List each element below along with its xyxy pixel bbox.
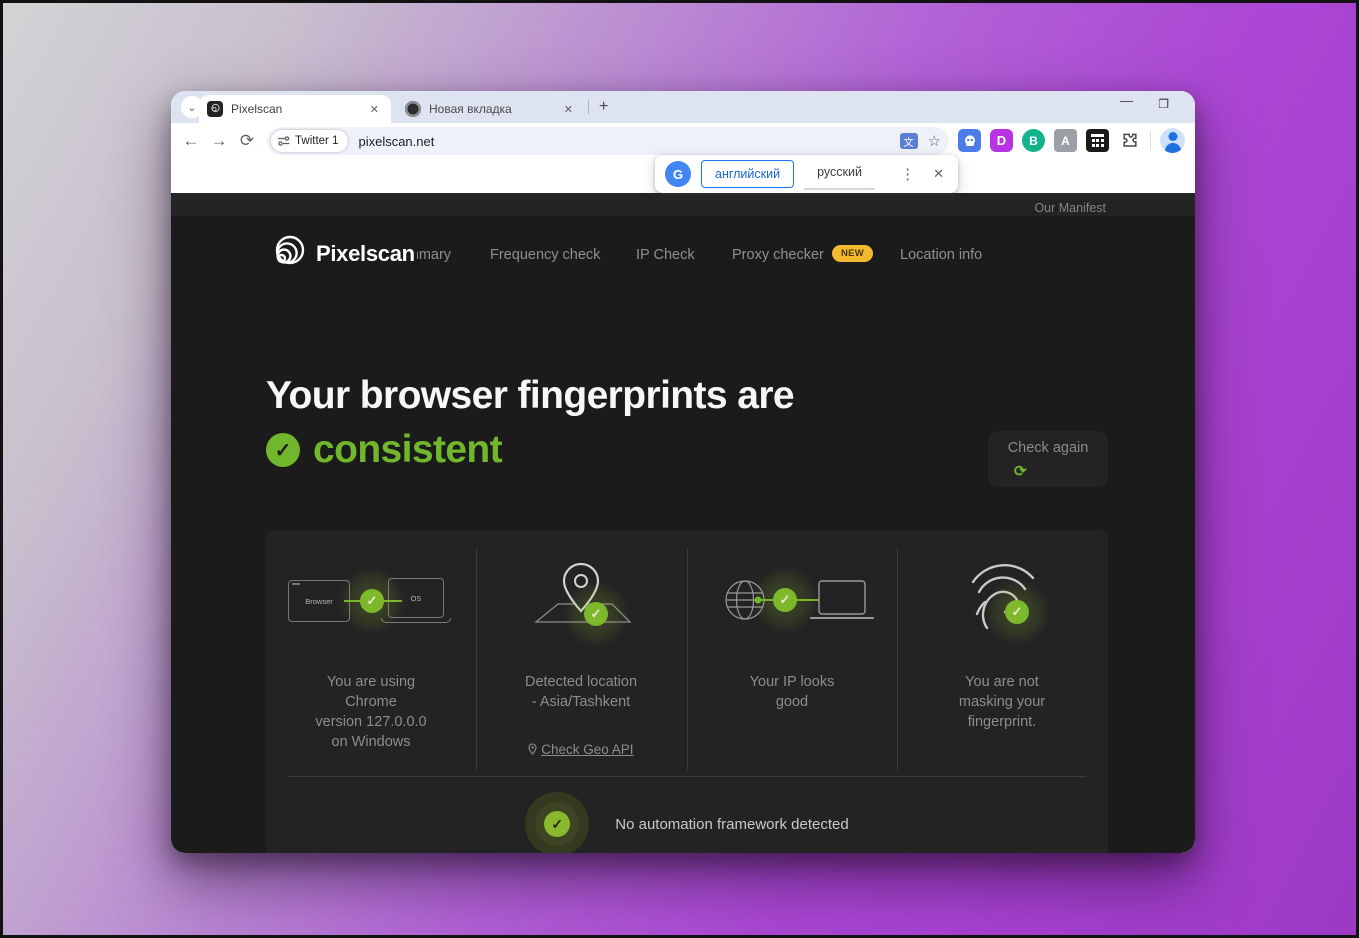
translate-options-icon[interactable]: ⋮ [896, 165, 919, 183]
card-browser-os: Browser OS ✓ You are using Chrome versio… [266, 530, 476, 790]
brand-name: Pixelscan [316, 241, 415, 267]
new-tab-favicon [405, 101, 421, 117]
card-text: You are not masking your fingerprint. [897, 672, 1107, 732]
window-minimize-button[interactable]: — [1120, 93, 1133, 108]
google-translate-icon: G [665, 161, 691, 187]
globe-laptop-check-icon: ✓ [707, 556, 877, 648]
check-again-label: Check again [988, 440, 1108, 456]
automation-status-text: No automation framework detected [615, 816, 848, 833]
pixelscan-favicon [207, 101, 223, 117]
card-text: Your IP looks good [687, 672, 897, 712]
automation-status-row: ✓ No automation framework detected [266, 792, 1108, 853]
url-text: pixelscan.net [358, 134, 434, 149]
tab-close-icon[interactable]: ✕ [366, 101, 383, 118]
back-button[interactable]: ← [177, 131, 205, 151]
card-location: ✓ Detected location - Asia/Tashkent Chec… [476, 530, 686, 790]
browser-toolbar: ← → ⟳ Twitter 1 pixelscan.net 文 ☆ D B [171, 123, 1195, 159]
card-text: Detected location - Asia/Tashkent [476, 672, 686, 712]
check-icon: ✓ [773, 588, 797, 612]
teal-b-extension-icon[interactable]: B [1022, 129, 1045, 152]
tab-title: Новая вкладка [429, 102, 560, 116]
new-tab-button[interactable]: + [599, 98, 608, 116]
blue-extension-icon[interactable] [958, 129, 981, 152]
check-again-button[interactable]: Check again ⟳ [988, 431, 1108, 487]
calculator-extension-icon[interactable] [1086, 129, 1109, 152]
translate-popup: G английский русский ⋮ ✕ [655, 155, 958, 193]
check-geo-api-label: Check Geo API [541, 742, 633, 757]
fingerprint-check-icon: ✓ [917, 556, 1087, 648]
hero-line1: Your browser fingerprints are [266, 374, 794, 418]
status-check-glow: ✓ [525, 792, 589, 853]
tab-close-icon[interactable]: ✕ [560, 101, 577, 118]
tab-strip: ⌄ Pixelscan ✕ Новая вкладка ✕ + — ❐ [171, 91, 1195, 123]
translate-icon[interactable]: 文 [900, 133, 918, 149]
tab-pixelscan[interactable]: Pixelscan ✕ [199, 95, 391, 123]
hero-heading: Your browser fingerprints are ✓ consiste… [266, 374, 794, 472]
hero-line2: consistent [313, 428, 502, 472]
translate-close-icon[interactable]: ✕ [929, 166, 948, 182]
nav-item-location-info[interactable]: Location info [900, 247, 982, 263]
browser-os-check-icon: Browser OS ✓ [286, 556, 456, 648]
check-icon: ✓ [584, 602, 608, 626]
card-fingerprint: ✓ You are not masking your fingerprint. [897, 530, 1107, 790]
extensions-bar: D B A [958, 128, 1185, 153]
location-pin-check-icon: ✓ [496, 556, 666, 648]
profile-avatar[interactable] [1160, 128, 1185, 153]
nav-item-frequency-check[interactable]: Frequency check [490, 247, 600, 263]
window-restore-button[interactable]: ❐ [1158, 97, 1169, 111]
browser-window: ⌄ Pixelscan ✕ Новая вкладка ✕ + — ❐ ← → [171, 91, 1195, 853]
gray-a-extension-icon[interactable]: A [1054, 129, 1077, 152]
page-main: Summary Frequency check IP Check Proxy c… [171, 216, 1195, 853]
tab-divider [588, 100, 589, 114]
pin-icon [528, 743, 537, 755]
pixelscan-logo[interactable]: Pixelscan [266, 233, 417, 275]
toolbar-separator [1150, 132, 1151, 150]
site-settings-chip[interactable]: Twitter 1 [271, 130, 348, 152]
chevron-down-icon: ⌄ [187, 101, 196, 114]
webpage-viewport: Our Manifest Summary Frequency check IP … [171, 159, 1195, 853]
our-manifest-link[interactable]: Our Manifest [1034, 201, 1106, 215]
profile-chip-label: Twitter 1 [295, 135, 338, 147]
tab-title: Pixelscan [231, 102, 366, 116]
pixelscan-logo-icon [266, 233, 308, 275]
check-icon: ✓ [360, 589, 384, 613]
reload-button[interactable]: ⟳ [233, 131, 261, 151]
bookmark-star-icon[interactable]: ☆ [928, 132, 941, 150]
new-badge[interactable]: NEW [832, 245, 873, 262]
extensions-puzzle-icon[interactable] [1118, 129, 1141, 152]
os-box-label: OS [411, 594, 422, 603]
automation-check-icon: ✓ [544, 811, 570, 837]
consistent-check-icon: ✓ [266, 433, 300, 467]
card-text: You are using Chrome version 127.0.0.0 o… [266, 672, 476, 752]
purple-d-extension-icon[interactable]: D [990, 129, 1013, 152]
address-bar[interactable]: Twitter 1 pixelscan.net 文 ☆ [267, 127, 949, 155]
tune-icon [277, 135, 290, 147]
desktop-background: ⌄ Pixelscan ✕ Новая вкладка ✕ + — ❐ ← → [0, 0, 1359, 938]
refresh-icon: ⟳ [1014, 462, 1027, 480]
results-panel: Browser OS ✓ You are using Chrome versio… [266, 530, 1108, 853]
check-geo-api-link[interactable]: Check Geo API [476, 742, 686, 757]
browser-box-label: Browser [305, 597, 333, 606]
translate-source-language-button[interactable]: английский [701, 160, 794, 188]
check-icon: ✓ [1005, 600, 1029, 624]
tab-new-tab[interactable]: Новая вкладка ✕ [397, 95, 585, 123]
nav-item-ip-check[interactable]: IP Check [636, 247, 695, 263]
forward-button[interactable]: → [205, 131, 233, 151]
nav-item-proxy-checker[interactable]: Proxy checker [732, 247, 824, 263]
translate-target-language-button[interactable]: русский [804, 159, 875, 190]
card-ip: ✓ Your IP looks good [687, 530, 897, 790]
horizontal-divider [288, 776, 1086, 777]
